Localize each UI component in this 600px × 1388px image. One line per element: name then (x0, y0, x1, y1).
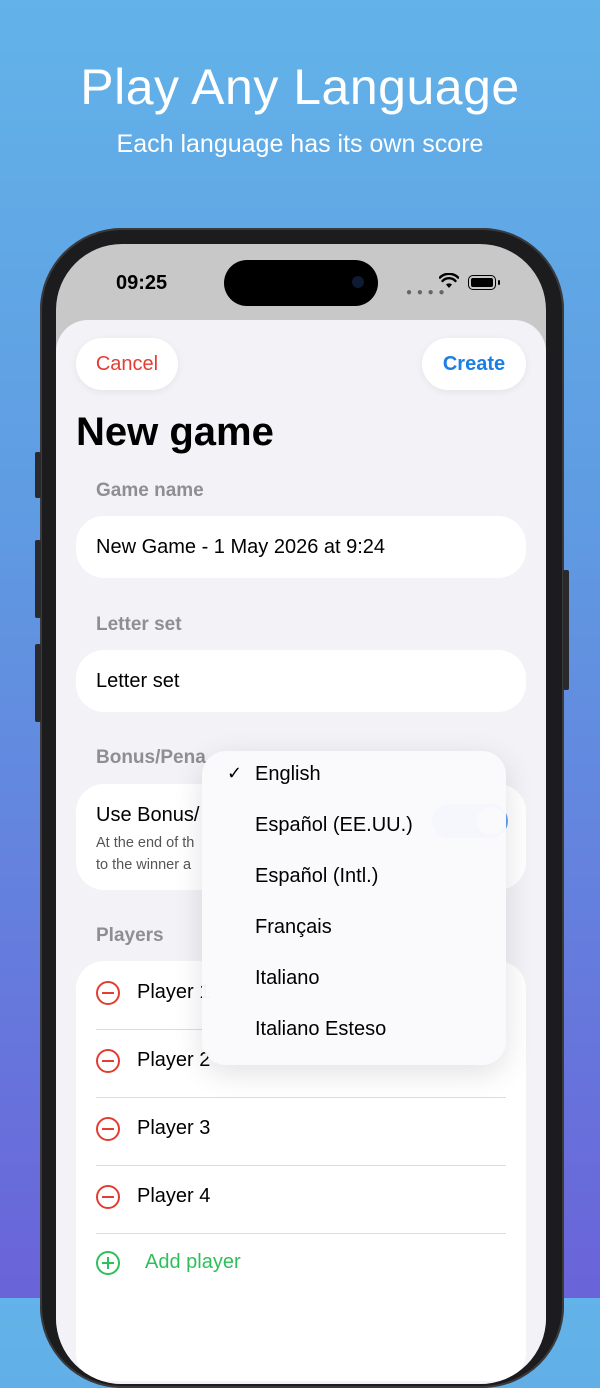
cancel-button[interactable]: Cancel (76, 338, 178, 390)
add-icon (96, 1251, 120, 1275)
players-section-label: Players (96, 925, 164, 946)
player-name: Player 2 (137, 1049, 211, 1071)
menu-item-espanol-eeuu[interactable]: Español (EE.UU.) (202, 802, 506, 853)
letter-set-menu: ✓ English Español (EE.UU.) Español (Intl… (202, 751, 506, 1065)
promo-title: Play Any Language (80, 59, 520, 115)
menu-item-italiano-esteso[interactable]: Italiano Esteso (202, 1006, 506, 1057)
player-name: Player 1 (137, 981, 211, 1003)
player-row[interactable]: Player 4 (76, 1165, 526, 1233)
phone-screen: 09:25 ● ● ● ● Cancel Create New game Gam… (56, 244, 546, 1384)
menu-item-label: English (255, 763, 321, 785)
wifi-icon (439, 273, 459, 288)
menu-item-espanol-intl[interactable]: Español (Intl.) (202, 853, 506, 904)
camera-icon (352, 276, 364, 288)
game-name-section-label: Game name (96, 480, 204, 501)
letter-set-row[interactable]: Letter set (76, 650, 526, 712)
status-time: 09:25 (116, 272, 168, 294)
menu-item-label: Français (255, 916, 332, 938)
remove-player-icon[interactable] (96, 981, 120, 1005)
menu-item-label: Español (EE.UU.) (255, 814, 413, 836)
create-button[interactable]: Create (422, 338, 526, 390)
page-title: New game (76, 410, 274, 454)
menu-item-italiano[interactable]: Italiano (202, 955, 506, 1006)
menu-item-label: Italiano (255, 967, 320, 989)
remove-player-icon[interactable] (96, 1049, 120, 1073)
silent-switch (35, 452, 41, 498)
player-name: Player 4 (137, 1185, 211, 1207)
player-name: Player 3 (137, 1117, 211, 1139)
menu-item-label: Italiano Esteso (255, 1018, 387, 1040)
remove-player-icon[interactable] (96, 1185, 120, 1209)
game-name-value: New Game - 1 May 2026 at 9:24 (96, 536, 386, 558)
volume-up-button (35, 540, 41, 618)
dynamic-island (224, 260, 378, 306)
power-button (563, 570, 569, 690)
add-player-button[interactable]: Add player (76, 1233, 526, 1301)
bonus-section-label: Bonus/Pena (96, 747, 206, 768)
battery-icon (468, 275, 500, 290)
menu-item-english[interactable]: ✓ English (202, 751, 506, 802)
promo-subtitle: Each language has its own score (116, 130, 484, 158)
bonus-toggle-label: Use Bonus/ (96, 804, 200, 826)
menu-item-label: Español (Intl.) (255, 865, 379, 887)
bonus-description-line1: At the end of th (96, 835, 195, 851)
bonus-description-line2: to the winner a (96, 857, 192, 873)
new-game-sheet: Cancel Create New game Game name New Gam… (56, 320, 546, 1384)
player-row[interactable]: Player 3 (76, 1097, 526, 1165)
letter-set-row-label: Letter set (96, 670, 180, 692)
letter-set-section-label: Letter set (96, 614, 182, 635)
game-name-field[interactable]: New Game - 1 May 2026 at 9:24 (76, 516, 526, 578)
remove-player-icon[interactable] (96, 1117, 120, 1141)
add-player-label: Add player (145, 1251, 241, 1273)
menu-item-francais[interactable]: Français (202, 904, 506, 955)
volume-down-button (35, 644, 41, 722)
checkmark-icon: ✓ (227, 763, 243, 783)
